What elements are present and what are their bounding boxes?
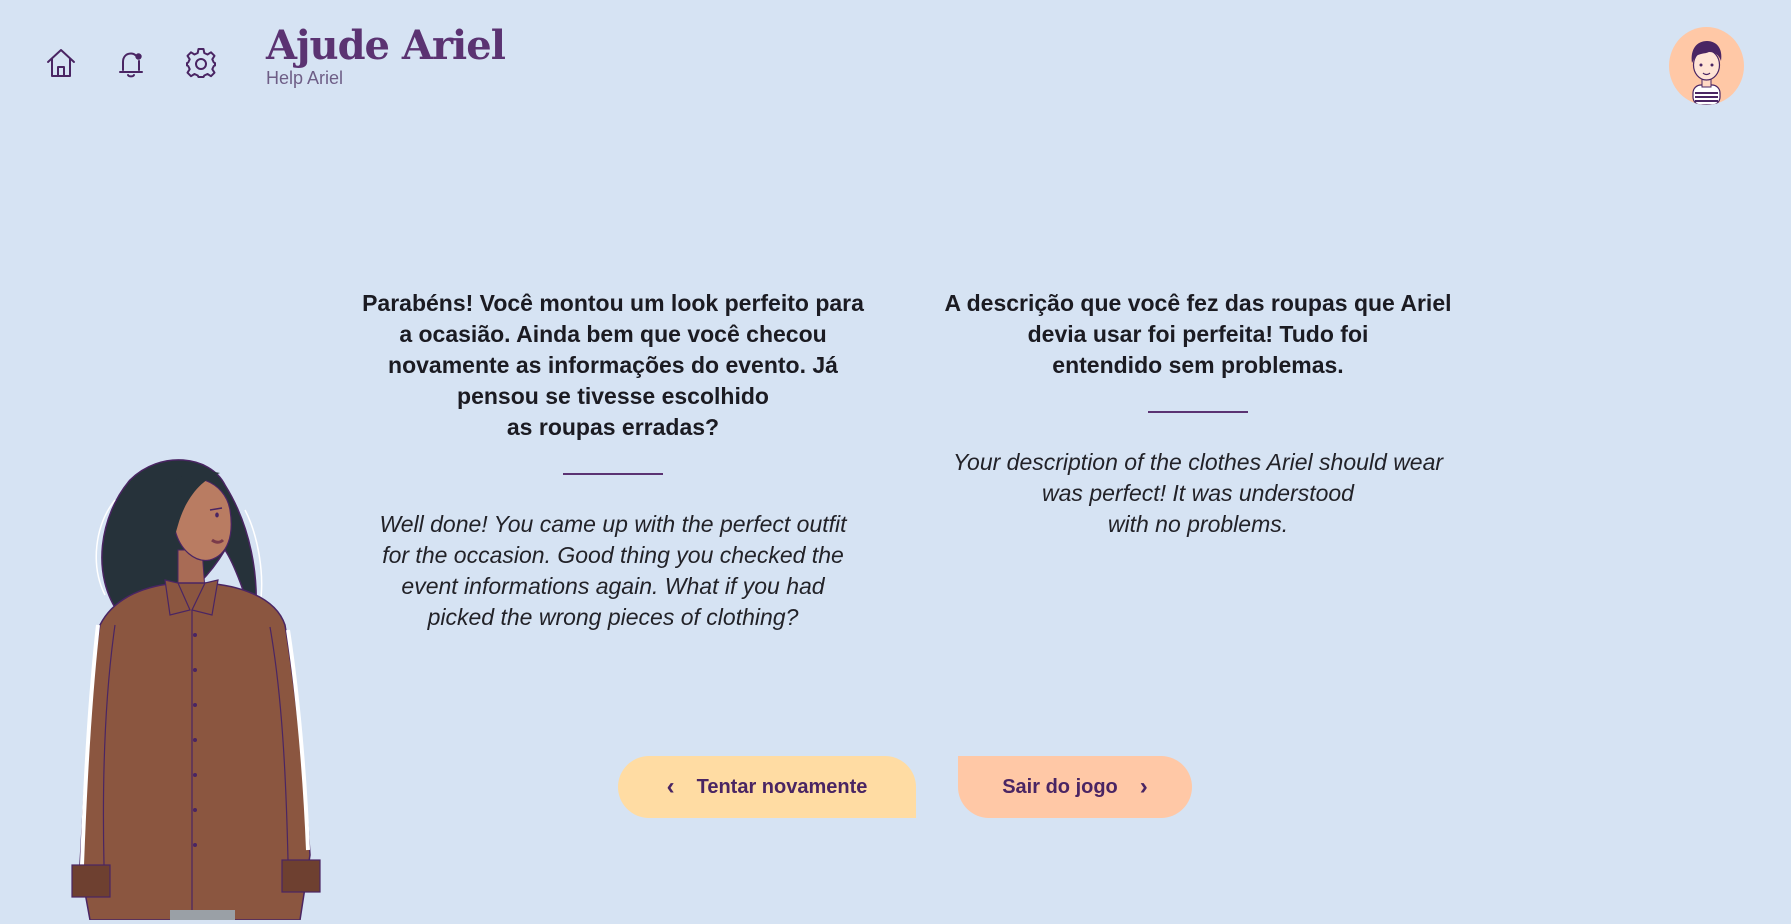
- portuguese-message-left: Parabéns! Você montou um look perfeito p…: [362, 290, 864, 440]
- boy-avatar-icon: [1691, 41, 1722, 105]
- exit-game-button[interactable]: Sair do jogo ›: [958, 756, 1192, 818]
- divider-left: [563, 473, 663, 475]
- header: Ajude Ariel Help Ariel: [0, 0, 1791, 120]
- divider-right: [1148, 411, 1248, 413]
- chevron-left-icon: ‹: [666, 773, 675, 800]
- avatar[interactable]: [1669, 27, 1744, 105]
- bell-notification-icon[interactable]: [113, 45, 149, 81]
- chevron-right-icon: ›: [1139, 773, 1148, 800]
- home-icon[interactable]: [43, 45, 79, 81]
- english-message-right: Your description of the clothes Ariel sh…: [952, 449, 1444, 537]
- english-message-left: Well done! You came up with the perfect …: [379, 511, 847, 630]
- ariel-character-illustration: [60, 455, 340, 921]
- gear-icon[interactable]: [183, 45, 219, 81]
- portuguese-message-right: A descrição que você fez das roupas que …: [944, 290, 1452, 378]
- exit-button-label: Sair do jogo: [1002, 775, 1118, 798]
- title-block: Ajude Ariel Help Ariel: [266, 22, 506, 89]
- retry-button[interactable]: ‹ Tentar novamente: [618, 756, 916, 818]
- left-text-column: Parabéns! Você montou um look perfeito p…: [343, 288, 883, 633]
- retry-button-label: Tentar novamente: [696, 775, 868, 798]
- right-text-column: A descrição que você fez das roupas que …: [928, 288, 1468, 540]
- page-title: Ajude Ariel: [266, 22, 506, 69]
- page-subtitle: Help Ariel: [266, 68, 344, 88]
